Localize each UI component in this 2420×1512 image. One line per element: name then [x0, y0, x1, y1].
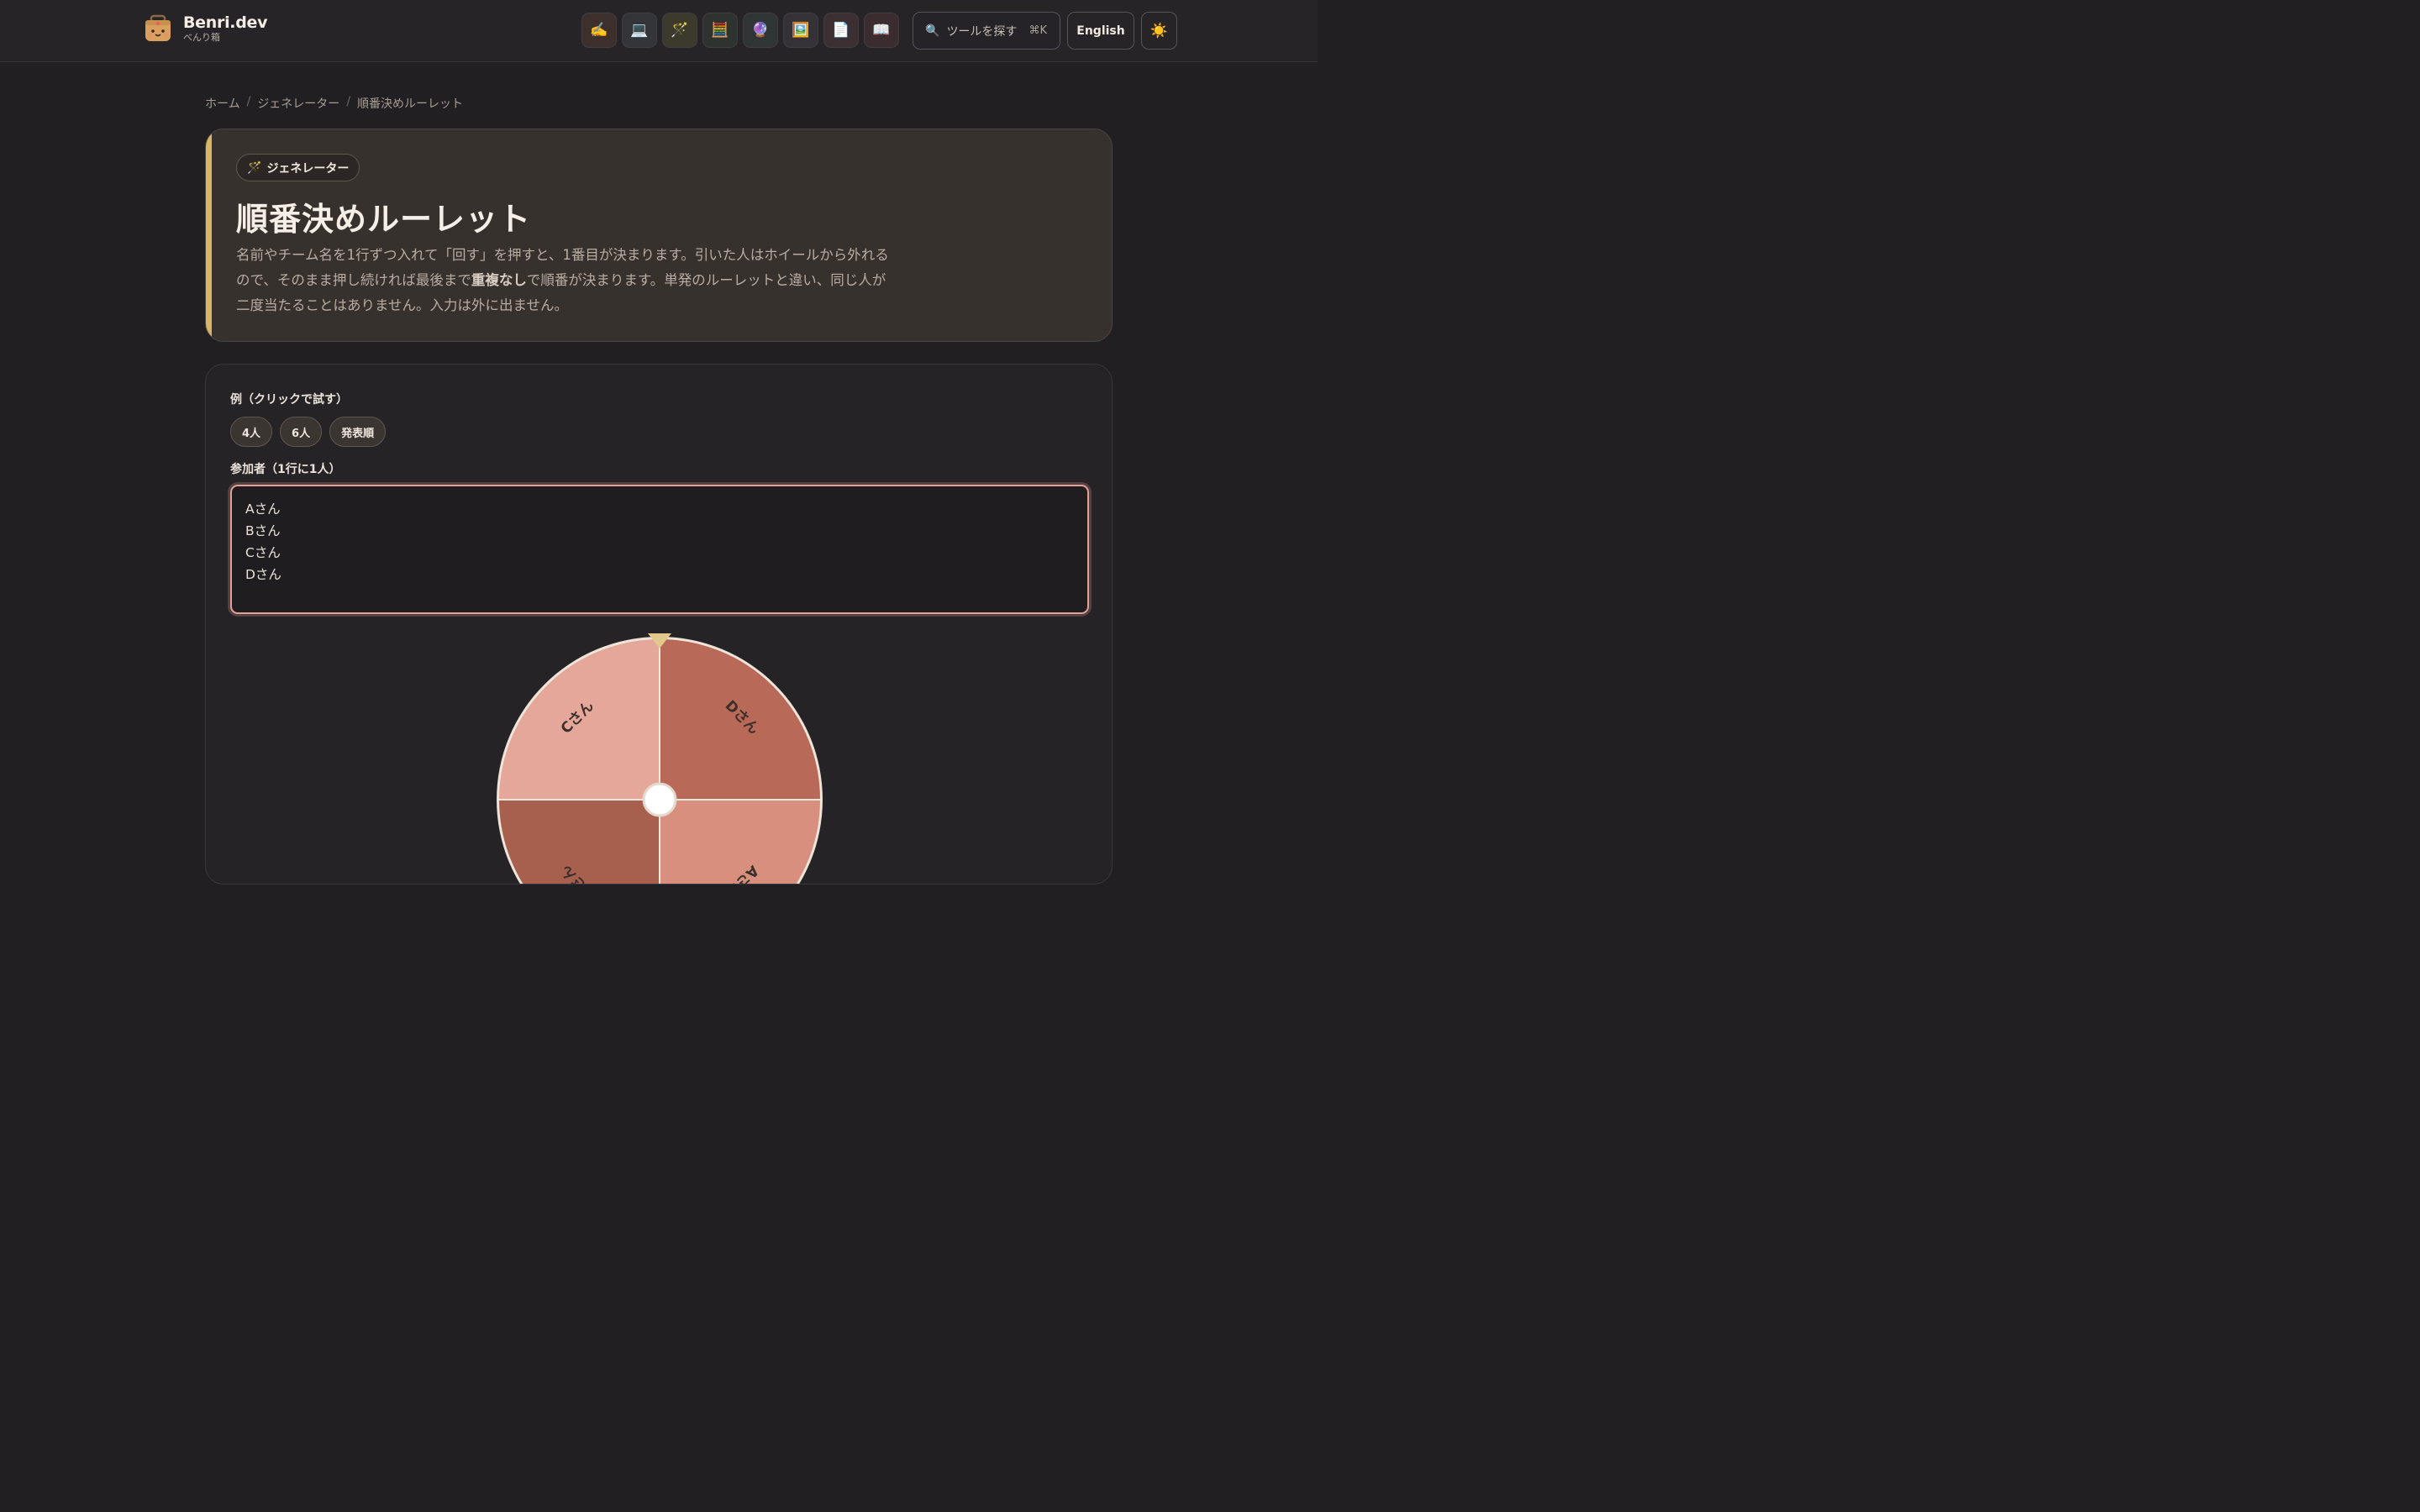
wheel-hub	[642, 782, 677, 817]
example-button[interactable]: 発表順	[329, 417, 387, 447]
category-button-1[interactable]: ✍️	[581, 13, 617, 48]
magic-wand-icon: 🪄	[671, 22, 689, 39]
category-button-5[interactable]: 🔮	[743, 13, 778, 48]
category-button-8[interactable]: 📖	[864, 13, 899, 48]
roulette-wheel: Aさん Bさん Cさん Dさん	[496, 632, 823, 884]
hero-accent-bar	[206, 129, 212, 341]
page-title: 順番決めルーレット	[236, 201, 532, 238]
laptop-icon: 💻	[630, 22, 649, 39]
breadcrumb-category-link[interactable]: ジェネレーター	[257, 95, 339, 112]
example-button[interactable]: 4人	[230, 417, 273, 447]
category-nav: ✍️ 💻 🪄 🧮 🔮 🖼️ 📄 📖	[581, 13, 899, 48]
example-button[interactable]: 6人	[280, 417, 323, 447]
breadcrumb-current: 順番決めルーレット	[357, 97, 464, 111]
brand-link[interactable]: Benri.dev べんり箱	[143, 13, 267, 44]
tool-description: 名前やチーム名を1行ずつ入れて「回す」を押すと、1番目が決まります。引いた人はホ…	[236, 247, 889, 313]
category-button-2[interactable]: 💻	[622, 13, 657, 48]
emphasis-no-duplicates: 重複なし	[471, 272, 527, 288]
category-button-4[interactable]: 🧮	[702, 13, 738, 48]
brand-subtitle: べんり箱	[183, 32, 220, 43]
breadcrumb: ホーム / ジェネレーター / 順番決めルーレット	[205, 95, 463, 112]
abacus-icon: 🧮	[711, 22, 729, 39]
language-switch-button[interactable]: English	[1067, 12, 1134, 50]
examples-label: 例（クリックで試す）	[230, 393, 348, 407]
category-chip-label: ジェネレーター	[266, 161, 350, 176]
writing-icon: ✍️	[590, 22, 608, 39]
roulette-wheel-svg: AさんBさんCさん Dさん	[497, 633, 823, 884]
picture-icon: 🖼️	[792, 22, 810, 39]
category-chip[interactable]: 🪄 ジェネレーター	[236, 154, 360, 181]
breadcrumb-separator: /	[346, 95, 351, 108]
theme-toggle-button[interactable]: ☀️	[1141, 12, 1177, 50]
category-button-6[interactable]: 🖼️	[783, 13, 818, 48]
book-icon: 📖	[872, 22, 891, 39]
magic-wand-icon: 🪄	[247, 160, 262, 175]
search-button[interactable]: 🔍 ツールを探す ⌘K	[913, 12, 1060, 50]
participants-label: 参加者（1行に1人）	[230, 463, 341, 476]
tool-hero-card: 🪄 ジェネレーター 順番決めルーレット 名前やチーム名を1行ずつ入れて「回す」を…	[205, 129, 1113, 342]
participants-textarea[interactable]	[230, 485, 1089, 614]
search-button-label: ツールを探す	[946, 24, 1018, 39]
brand-name: Benri.dev	[183, 13, 268, 32]
category-button-3[interactable]: 🪄	[662, 13, 697, 48]
top-navigation-bar: Benri.dev べんり箱 ✍️ 💻 🪄 🧮 🔮 🖼️ 📄 📖 🔍 ツールを探す ⌘K En…	[0, 0, 1318, 62]
breadcrumb-separator: /	[246, 95, 251, 108]
tool-main-card: 例（クリックで試す） 4人 6人 発表順 参加者（1行に1人） Aさん Bさん Cさん D…	[205, 364, 1113, 885]
example-buttons: 4人 6人 発表順	[230, 417, 387, 447]
document-icon: 📄	[832, 22, 850, 39]
magnifier-icon: 🔍	[925, 24, 940, 38]
search-shortcut: ⌘K	[1028, 24, 1047, 37]
toolbox-logo-icon	[143, 13, 173, 44]
category-button-7[interactable]: 📄	[823, 13, 859, 48]
sun-icon: ☀️	[1150, 22, 1169, 39]
crystal-ball-icon: 🔮	[751, 22, 770, 39]
breadcrumb-home-link[interactable]: ホーム	[205, 95, 240, 112]
